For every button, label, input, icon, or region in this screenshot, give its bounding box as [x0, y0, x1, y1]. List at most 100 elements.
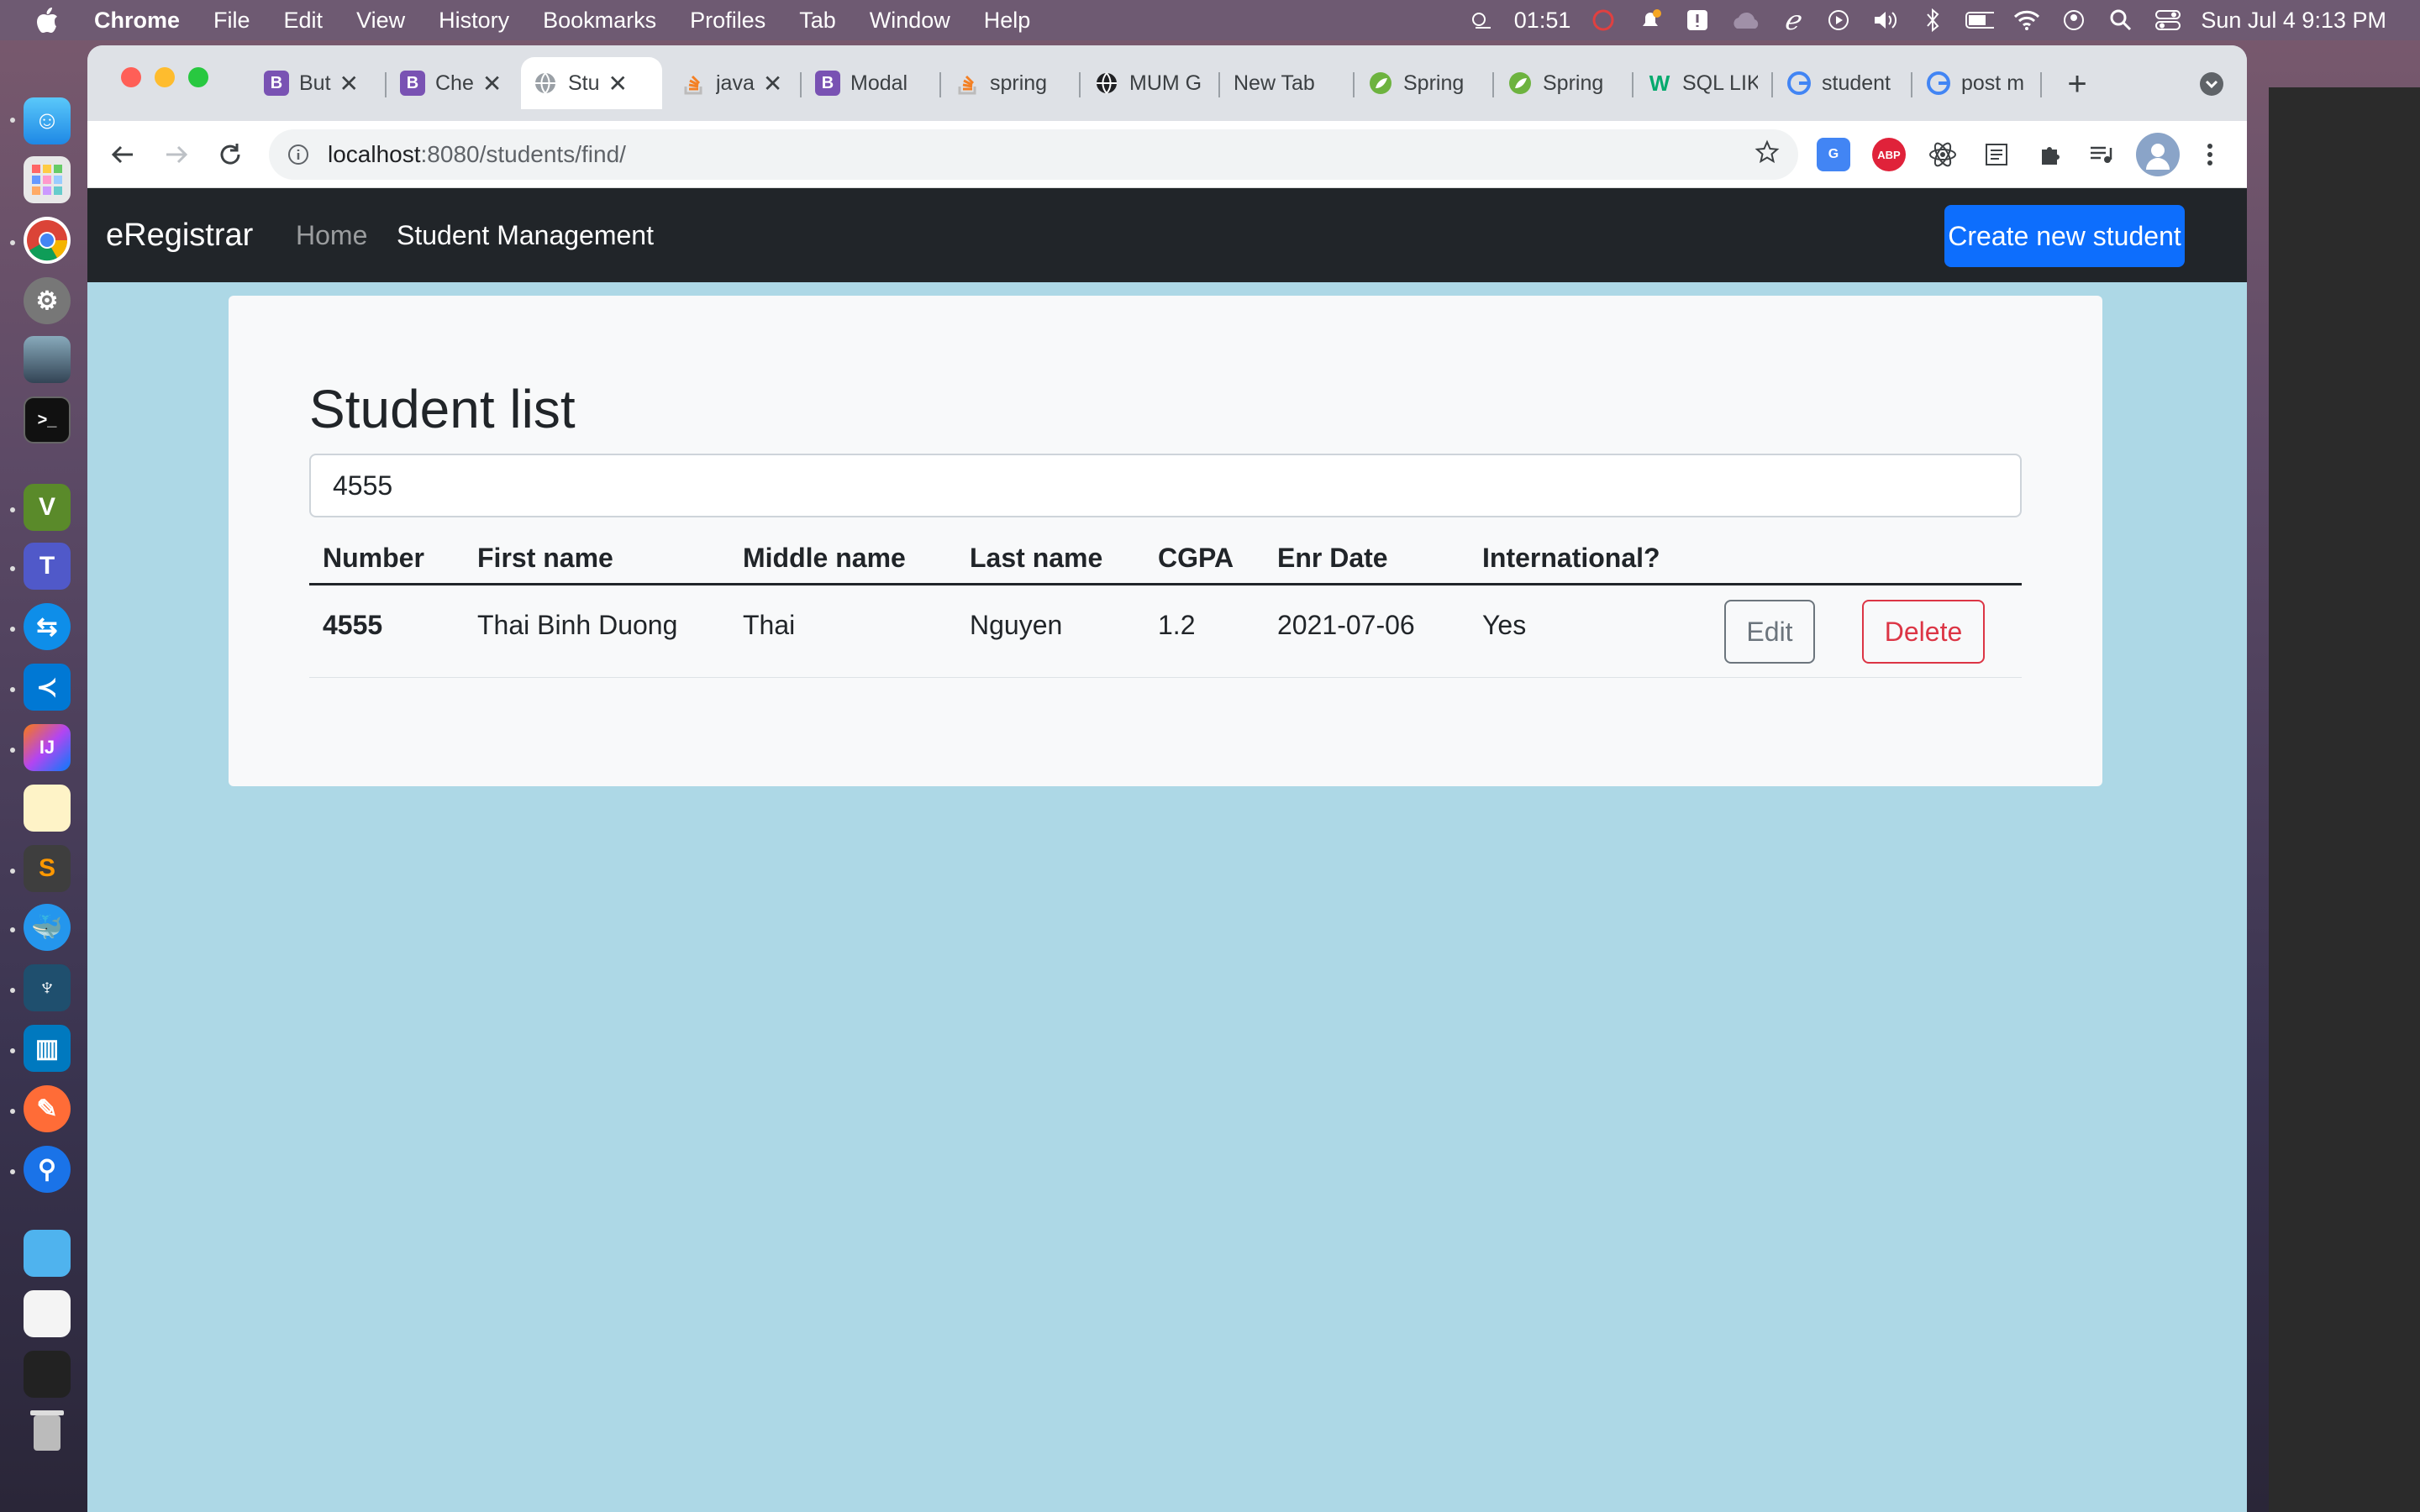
intellij-icon[interactable]: IJ [24, 724, 71, 771]
menu-view[interactable]: View [339, 8, 422, 34]
create-new-student-button[interactable]: Create new student [1944, 205, 2185, 267]
docker-icon[interactable]: 🐳 [24, 904, 71, 951]
profile-avatar[interactable] [2136, 133, 2180, 176]
menu-profiles[interactable]: Profiles [673, 8, 782, 34]
cell-cgpa: 1.2 [1158, 610, 1196, 640]
adblock-plus-icon[interactable]: ABP [1872, 138, 1906, 171]
cell-international: Yes [1482, 610, 1527, 640]
spotlight-search-icon[interactable] [2107, 6, 2135, 34]
sublime-icon[interactable]: S [24, 845, 71, 892]
delete-button[interactable]: Delete [1862, 600, 1985, 664]
volume-icon[interactable] [1871, 6, 1900, 34]
close-tab-icon[interactable]: ✕ [763, 70, 782, 97]
menu-app-name[interactable]: Chrome [94, 8, 197, 34]
menu-history[interactable]: History [422, 8, 526, 34]
tab-divider [1492, 72, 1494, 97]
close-tab-icon[interactable]: ✕ [339, 70, 359, 97]
tab-new-tab[interactable]: New Tab [1222, 57, 1348, 109]
tab-divider [1911, 72, 1912, 97]
tab-but[interactable]: B But ✕ [252, 57, 378, 109]
close-tab-icon[interactable]: ✕ [608, 70, 628, 97]
cloud-icon[interactable] [1730, 6, 1759, 34]
menu-help[interactable]: Help [967, 8, 1048, 34]
alert-icon[interactable] [1683, 6, 1712, 34]
tab-spring-1[interactable]: Spring [1356, 57, 1491, 109]
tab-spring-2[interactable]: Spring [1496, 57, 1630, 109]
reload-icon[interactable] [212, 136, 249, 173]
tab-spring-so[interactable]: spring [943, 57, 1077, 109]
terminal-icon[interactable]: >_ [24, 396, 71, 444]
tab-che[interactable]: B Che ✕ [388, 57, 514, 109]
tab-sql-like[interactable]: W SQL LIK [1635, 57, 1770, 109]
trash-icon[interactable] [24, 1406, 71, 1453]
notification-bell-icon[interactable] [1636, 6, 1665, 34]
vscode-icon[interactable]: ≺ [24, 664, 71, 711]
mysql-workbench-icon[interactable]: ♆ [24, 964, 71, 1011]
menu-edit[interactable]: Edit [267, 8, 340, 34]
chrome-dock-icon[interactable] [24, 217, 71, 264]
back-arrow-icon[interactable] [104, 136, 141, 173]
site-info-icon[interactable] [286, 142, 311, 167]
close-tab-icon[interactable]: ✕ [482, 70, 502, 97]
cell-last-name: Nguyen [970, 610, 1063, 640]
address-bar[interactable]: localhost:8080/students/find/ [269, 129, 1798, 180]
system-preferences-icon[interactable]: ⚙ [24, 277, 71, 324]
sourcetree-icon[interactable]: ⚲ [24, 1146, 71, 1193]
menu-bookmarks[interactable]: Bookmarks [526, 8, 673, 34]
tab-students-active[interactable]: Stu ✕ [521, 57, 662, 109]
launchpad-icon[interactable] [24, 156, 71, 203]
apple-menu[interactable] [0, 6, 94, 34]
weather-icon[interactable] [1467, 6, 1496, 34]
trello-icon[interactable]: ▥ [24, 1025, 71, 1072]
forward-arrow-icon[interactable] [158, 136, 195, 173]
tab-mum[interactable]: MUM G [1082, 57, 1217, 109]
folder-icon[interactable] [24, 1230, 71, 1277]
cell-first-name: Thai Binh Duong [477, 610, 678, 640]
nav-home-link[interactable]: Home [296, 220, 367, 251]
tab-post-search[interactable]: post m [1914, 57, 2049, 109]
chrome-menu-icon[interactable] [2191, 136, 2228, 173]
wifi-icon[interactable] [2012, 6, 2041, 34]
tab-search-chevron-icon[interactable] [2193, 66, 2230, 102]
edit-button[interactable]: Edit [1724, 600, 1815, 664]
user-icon[interactable] [2060, 6, 2088, 34]
vim-icon[interactable]: V [24, 484, 71, 531]
react-devtools-icon[interactable] [1926, 138, 1960, 171]
clock-text[interactable]: Sun Jul 4 9:13 PM [2201, 8, 2386, 34]
tab-modal[interactable]: B Modal [803, 57, 938, 109]
menu-file[interactable]: File [197, 8, 267, 34]
notes-icon[interactable] [24, 785, 71, 832]
tab-student-search[interactable]: student [1775, 57, 1909, 109]
tab-label: post m [1961, 71, 2025, 95]
extensions-puzzle-icon[interactable] [2033, 138, 2067, 171]
new-tab-plus-icon[interactable]: + [2059, 66, 2096, 102]
menu-window[interactable]: Window [853, 8, 967, 34]
tab-java[interactable]: java ✕ [669, 57, 795, 109]
reader-icon[interactable] [1980, 138, 2013, 171]
navbar-brand[interactable]: eRegistrar [106, 218, 253, 254]
search-input[interactable] [309, 454, 2022, 517]
dock-running-dot [10, 988, 15, 993]
google-translate-icon[interactable]: G [1817, 138, 1850, 171]
close-window-button[interactable] [121, 67, 141, 87]
teamviewer-icon[interactable]: ⇆ [24, 603, 71, 650]
document-thumbnail-icon[interactable] [24, 1290, 71, 1337]
stopwatch-icon[interactable] [1589, 6, 1618, 34]
timer-text[interactable]: 01:51 [1514, 8, 1571, 34]
bluetooth-icon[interactable] [1918, 6, 1947, 34]
control-center-icon[interactable] [2154, 6, 2182, 34]
play-icon[interactable] [1824, 6, 1853, 34]
teams-icon[interactable]: T [24, 543, 71, 590]
bookmark-star-icon[interactable] [1754, 139, 1780, 171]
postman-icon[interactable]: ✎ [24, 1085, 71, 1132]
window-thumbnail-icon[interactable] [24, 1351, 71, 1398]
zoom-window-button[interactable] [188, 67, 208, 87]
battery-icon[interactable] [1965, 6, 1995, 34]
script-icon[interactable]: ℯ [1777, 5, 1806, 35]
finder-icon[interactable]: ☺ [24, 97, 71, 144]
menu-tab[interactable]: Tab [782, 8, 853, 34]
nav-student-management-link[interactable]: Student Management [397, 220, 654, 251]
media-controls-icon[interactable] [2084, 138, 2118, 171]
preview-icon[interactable] [24, 336, 71, 383]
minimize-window-button[interactable] [155, 67, 175, 87]
